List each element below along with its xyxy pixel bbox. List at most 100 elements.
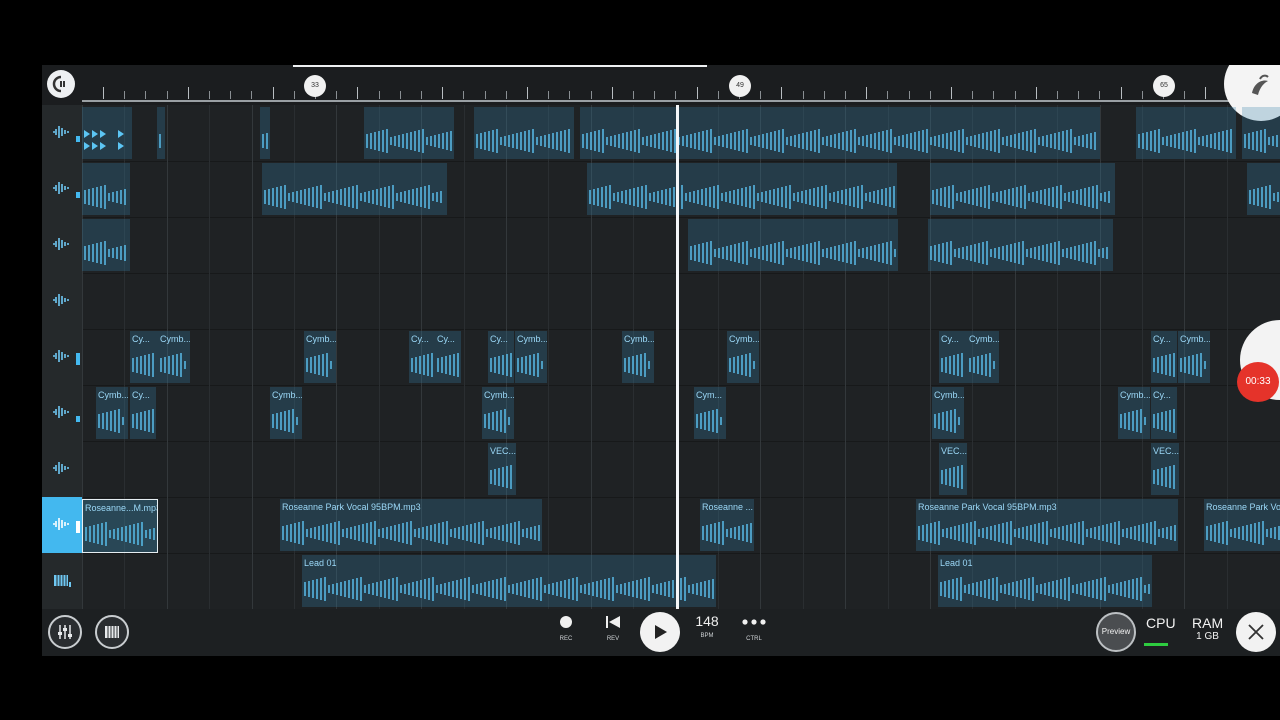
audio-clip[interactable]: Cymb... [158, 331, 190, 383]
playhead[interactable] [676, 105, 679, 609]
preview-button[interactable]: Preview [1096, 612, 1136, 652]
track-row-8: Roseanne...M.mp3 Roseanne Park Vocal 95B… [42, 497, 1280, 554]
record-button[interactable]: REC [546, 615, 586, 642]
pattern-clip[interactable] [262, 163, 447, 215]
mixer-button[interactable] [48, 615, 82, 649]
tempo-button[interactable]: 148 BPM [687, 613, 727, 639]
track-lane-9[interactable]: Lead 01 Lead 01 [82, 553, 1280, 609]
track-header-3[interactable] [42, 217, 83, 273]
pattern-clip[interactable] [82, 163, 130, 215]
bar-marker-33[interactable]: 33 [304, 75, 326, 97]
waveform [264, 185, 442, 209]
grid-line [294, 553, 295, 609]
pattern-clip[interactable]: Lead 01 [938, 555, 1152, 607]
track-header-7[interactable] [42, 441, 83, 497]
track-header-1[interactable] [42, 105, 83, 161]
grid-line [378, 329, 380, 385]
audio-clip-selected[interactable]: Roseanne...M.mp3 [82, 499, 158, 553]
snap-button[interactable] [47, 70, 75, 98]
track-header-5[interactable] [42, 329, 83, 385]
track-lane-8[interactable]: Roseanne...M.mp3 Roseanne Park Vocal 95B… [82, 497, 1280, 553]
timeline-ruler[interactable]: 33 49 65 [42, 65, 1280, 121]
audio-clip[interactable]: Roseanne Park Vocal 95BPM.mp3 [280, 499, 542, 551]
pattern-clip[interactable] [157, 107, 165, 159]
track-header-9[interactable] [42, 553, 83, 609]
audio-clip[interactable]: Cymb... [967, 331, 999, 383]
audio-clip[interactable]: Cymb... [1118, 387, 1150, 439]
audio-clip[interactable]: VEC... [488, 443, 516, 495]
piano-button[interactable] [95, 615, 129, 649]
pattern-clip[interactable] [580, 107, 1100, 159]
audio-clip[interactable]: Cy... [130, 331, 158, 383]
audio-clip[interactable]: Cymb... [727, 331, 759, 383]
audio-clip[interactable]: Cy... [939, 331, 967, 383]
audio-clip[interactable]: Cymb... [932, 387, 964, 439]
pattern-clip[interactable] [1242, 107, 1280, 159]
track-header-4[interactable] [42, 273, 83, 329]
grid-line [718, 553, 719, 609]
bar-marker-65[interactable]: 65 [1153, 75, 1175, 97]
pattern-clip[interactable] [930, 163, 1115, 215]
track-lane-2[interactable] [82, 161, 1280, 217]
grid-line [930, 441, 931, 497]
audio-clip[interactable]: Cy... [130, 387, 156, 439]
track-lane-3[interactable] [82, 217, 1280, 273]
track-lane-4[interactable] [82, 273, 1280, 329]
audio-clip[interactable]: Cy... [435, 331, 461, 383]
ctrl-button[interactable]: CTRL [734, 615, 774, 642]
pattern-clip[interactable] [82, 107, 132, 159]
reverse-button[interactable]: REV [593, 615, 633, 642]
audio-clip[interactable]: Cymb... [304, 331, 336, 383]
audio-clip[interactable]: Cy... [1151, 331, 1177, 383]
audio-clip[interactable]: Cymb... [1178, 331, 1210, 383]
pattern-clip[interactable] [688, 219, 898, 271]
track-lane-1[interactable] [82, 105, 1280, 161]
audio-clip[interactable]: Cymb... [270, 387, 302, 439]
audio-clip[interactable]: VEC... [939, 443, 967, 495]
audio-clip[interactable]: Roseanne Park Vocal 95BPM.mp3 [916, 499, 1178, 551]
grid-line [463, 161, 465, 217]
grid-line [1184, 385, 1186, 441]
grid-line [82, 441, 83, 497]
track-header-6[interactable] [42, 385, 83, 441]
pattern-clip[interactable] [1247, 163, 1280, 215]
pattern-clip[interactable] [928, 219, 1113, 271]
audio-clip[interactable]: Cymb... [482, 387, 514, 439]
pattern-clip[interactable] [260, 107, 270, 159]
play-button[interactable] [640, 612, 680, 652]
audio-clip[interactable]: VEC... [1151, 443, 1179, 495]
track-lane-6[interactable]: Cymb... Cy... Cymb... Cymb... Cym... Cym… [82, 385, 1280, 441]
screen-record-timer[interactable]: 00:33 [1237, 362, 1279, 402]
audio-clip[interactable]: Cymb... [515, 331, 547, 383]
playlist-tracks: Cy... Cymb... Cymb... Cy... Cy... Cy... … [42, 105, 1280, 610]
audio-wave-icon [53, 126, 69, 138]
pattern-clip[interactable] [587, 163, 897, 215]
bar-marker-49[interactable]: 49 [729, 75, 751, 97]
grid-line [209, 385, 211, 441]
track-header-8[interactable] [42, 497, 83, 553]
grid-line [1099, 385, 1101, 441]
pattern-clip[interactable] [82, 219, 130, 271]
track-lane-5[interactable]: Cy... Cymb... Cymb... Cy... Cy... Cy... … [82, 329, 1280, 385]
ruler-tick [951, 87, 952, 99]
clip-label: VEC... [941, 446, 967, 456]
pattern-clip[interactable] [474, 107, 574, 159]
audio-clip[interactable]: Cy... [409, 331, 435, 383]
audio-clip[interactable]: Roseanne Park Vocal 95BPM.mp3 [1204, 499, 1280, 551]
audio-clip[interactable]: Cym... [694, 387, 726, 439]
track-header-2[interactable] [42, 161, 83, 217]
audio-clip[interactable]: Cy... [1151, 387, 1177, 439]
track-lane-7[interactable]: VEC... VEC... VEC... [82, 441, 1280, 497]
pattern-clip[interactable] [1136, 107, 1236, 159]
track-row-5: Cy... Cymb... Cymb... Cy... Cy... Cy... … [42, 329, 1280, 386]
close-button[interactable] [1236, 612, 1276, 652]
audio-clip[interactable]: Roseanne ... [700, 499, 754, 551]
audio-clip[interactable]: Cymb... [622, 331, 654, 383]
clip-label: Cy... [411, 334, 429, 344]
ruler-tick [527, 87, 528, 99]
grid-line [845, 329, 847, 385]
audio-clip[interactable]: Cy... [488, 331, 514, 383]
pattern-clip[interactable] [364, 107, 454, 159]
audio-clip[interactable]: Cymb... [96, 387, 128, 439]
pattern-clip[interactable]: Lead 01 [302, 555, 716, 607]
